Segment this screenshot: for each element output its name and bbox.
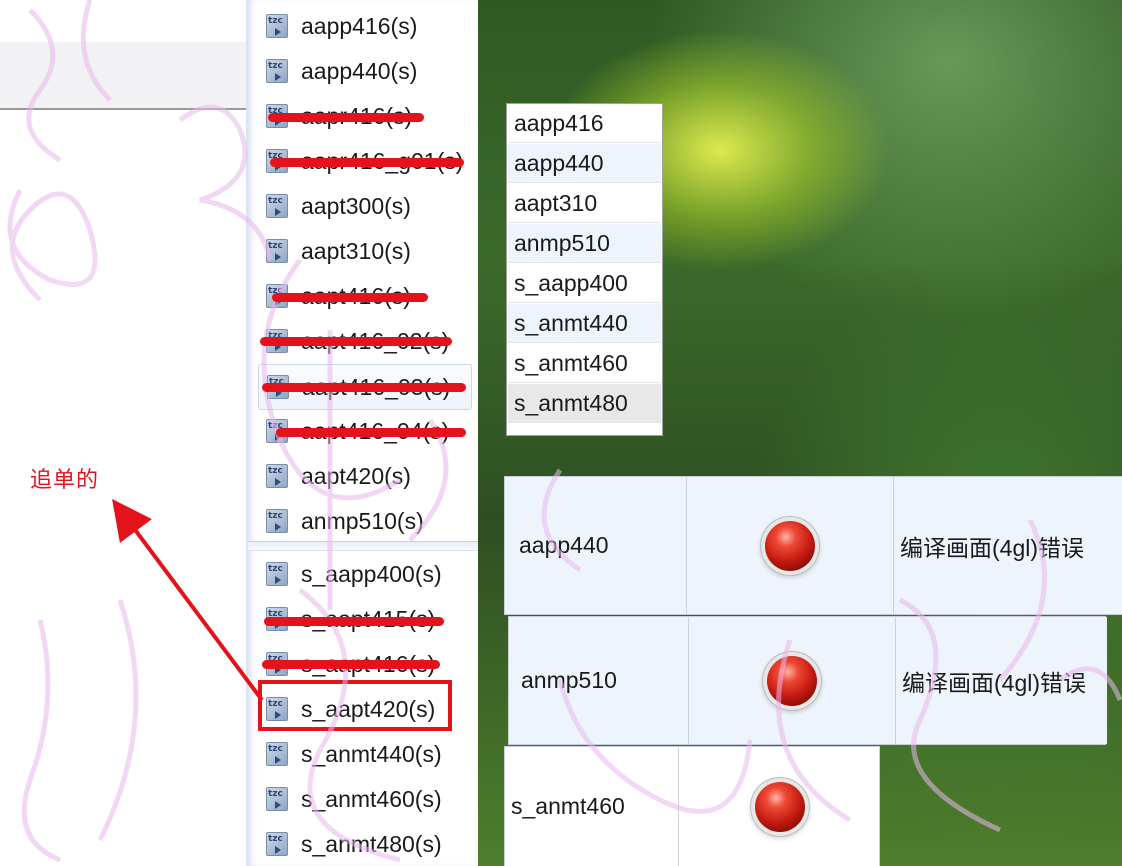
file-list-item[interactable]: tzc anmp510(s)	[248, 499, 478, 543]
file-list-item[interactable]: tzc aapt300(s)	[248, 184, 478, 228]
strike-mark	[276, 428, 466, 437]
source-file-icon: tzc	[266, 562, 288, 586]
program-popup-list[interactable]: aapp416 aapp440 aapt310 anmp510 s_aapp40…	[506, 103, 663, 436]
file-list-item-label: aapt300(s)	[301, 192, 411, 219]
source-file-icon: tzc	[266, 464, 288, 488]
annotation-label: 追单的	[30, 468, 100, 493]
source-file-icon: tzc	[266, 14, 288, 38]
source-file-icon: tzc	[266, 59, 288, 83]
file-list-item[interactable]: tzc s_aapp400(s)	[248, 552, 478, 596]
status-row-name: aapp440	[505, 477, 687, 614]
strike-mark	[270, 158, 464, 167]
popup-item[interactable]: aapp440	[508, 144, 661, 183]
status-row[interactable]: aapp440 编译画面(4gl)错误	[504, 476, 1122, 615]
file-list-item[interactable]: tzc s_anmt460(s)	[248, 777, 478, 821]
strike-mark	[264, 617, 444, 626]
file-list-item[interactable]: tzc s_anmt440(s)	[248, 732, 478, 776]
source-file-icon: tzc	[266, 832, 288, 856]
strike-mark	[262, 383, 466, 392]
file-list-item[interactable]: tzc aapt420(s)	[248, 454, 478, 498]
file-list-item-label: aapp440(s)	[301, 57, 418, 84]
source-file-icon: tzc	[266, 509, 288, 533]
source-file-icon: tzc	[266, 194, 288, 218]
file-list-item-label: s_anmt480(s)	[301, 830, 442, 857]
file-list-item[interactable]: tzc aapp440(s)	[248, 49, 478, 93]
popup-item[interactable]: aapt310	[508, 184, 661, 223]
strike-mark	[272, 293, 428, 302]
popup-item[interactable]: aapp416	[508, 104, 661, 143]
strike-mark	[260, 337, 452, 346]
status-cell	[689, 617, 896, 744]
file-list-item-label: aapt420(s)	[301, 462, 411, 489]
list-separator	[248, 541, 478, 551]
status-row[interactable]: anmp510 编译画面(4gl)错误	[508, 616, 1107, 745]
status-row-name: s_anmt460	[505, 747, 679, 866]
popup-item[interactable]: anmp510	[508, 224, 661, 263]
strike-mark	[268, 113, 424, 122]
red-light-icon	[755, 781, 805, 832]
file-list-item[interactable]: tzc s_anmt480(s)	[248, 822, 478, 866]
status-row[interactable]: s_anmt460	[504, 746, 880, 866]
left-toolbar-strip	[0, 42, 248, 110]
file-list-item[interactable]: tzc aapt310(s)	[248, 229, 478, 273]
file-list-item-label: s_anmt460(s)	[301, 785, 442, 812]
source-file-icon: tzc	[266, 742, 288, 766]
highlight-box	[258, 680, 452, 731]
popup-item[interactable]: s_anmt460	[508, 344, 661, 383]
status-row-message: 编译画面(4gl)错误	[896, 617, 1107, 744]
popup-item-selected[interactable]: s_anmt480	[508, 384, 661, 423]
popup-item[interactable]: s_aapp400	[508, 264, 661, 303]
status-row-message: 编译画面(4gl)错误	[894, 477, 1122, 614]
file-list-item-label: anmp510(s)	[301, 507, 424, 534]
red-light-icon	[765, 520, 815, 571]
red-light-icon	[767, 655, 817, 706]
status-cell	[687, 477, 894, 614]
status-row-name: anmp510	[509, 617, 689, 744]
status-cell	[679, 747, 881, 866]
file-list-item-label: aapp416(s)	[301, 12, 418, 39]
left-blank-area	[0, 0, 248, 866]
file-list-item-label: aapt310(s)	[301, 237, 411, 264]
source-file-icon: tzc	[266, 787, 288, 811]
popup-item[interactable]: s_anmt440	[508, 304, 661, 343]
source-file-icon: tzc	[266, 239, 288, 263]
file-list-item-label: s_anmt440(s)	[301, 740, 442, 767]
strike-mark	[262, 660, 440, 669]
file-list-item[interactable]: tzc aapp416(s)	[248, 4, 478, 48]
file-list-item-label: s_aapp400(s)	[301, 560, 442, 587]
